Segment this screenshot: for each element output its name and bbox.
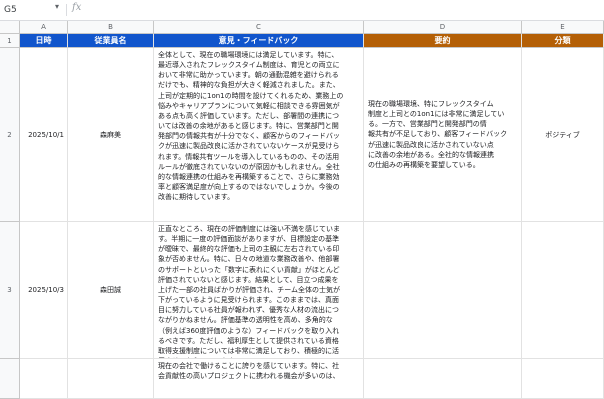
row-header-3[interactable]: 3 [0, 222, 20, 359]
header-feedback[interactable]: 意見・フィードバック [154, 34, 364, 48]
summary-text [364, 288, 372, 292]
category-value: ポジティブ [545, 130, 580, 139]
column-header-c[interactable]: C [154, 21, 364, 34]
header-employee[interactable]: 従業員名 [68, 34, 154, 48]
employee-value: 森麻美 [100, 130, 121, 139]
table-row-employee[interactable]: 森麻美 [68, 48, 154, 222]
formula-bar-divider [66, 4, 67, 16]
employee-value: 森田誠 [100, 286, 121, 294]
date-value: 2025/10/3 [28, 286, 64, 294]
table-row-date[interactable]: 2025/10/1 [20, 48, 68, 222]
table-row-employee[interactable]: 森田誠 [68, 222, 154, 359]
date-value: 2025/10/1 [28, 130, 64, 139]
row-header-1[interactable]: 1 [0, 34, 20, 48]
table-row-feedback[interactable]: 現在の会社で働けることに誇りを感じています。特に、社 会貢献性の高いプロジェクト… [154, 359, 364, 399]
row-header-4[interactable] [0, 359, 20, 399]
header-category[interactable]: 分類 [522, 34, 604, 48]
header-summary[interactable]: 要約 [364, 34, 522, 48]
formula-input[interactable] [90, 3, 590, 17]
formula-bar: G5 ▾ fx [0, 0, 604, 21]
feedback-text: 現在の会社で働けることに誇りを感じています。特に、社 会貢献性の高いプロジェクト… [158, 362, 340, 381]
name-box[interactable]: G5 [4, 3, 54, 17]
table-row-feedback[interactable]: 正直なところ、現在の評価制度には強い不満を感じていま す。半期に一度の評価面談が… [154, 222, 364, 359]
table-row-date[interactable]: 2025/10/3 [20, 222, 68, 359]
feedback-text: 全体として、現在の職場環境には満足しています。特に、 最近導入されたフレックスタ… [158, 51, 344, 202]
column-header-a[interactable]: A [20, 21, 68, 34]
table-row-summary[interactable]: 現在の職場環境、特にフレックスタイム 制度と上司との1on1には非常に満足してい… [364, 48, 522, 222]
table-row-date[interactable] [20, 359, 68, 399]
summary-text: 現在の職場環境、特にフレックスタイム 制度と上司との1on1には非常に満足してい… [368, 99, 508, 169]
row-header-2[interactable]: 2 [0, 48, 20, 222]
column-header-d[interactable]: D [364, 21, 522, 34]
chevron-down-icon[interactable]: ▾ [55, 2, 59, 11]
table-row-category[interactable] [522, 359, 604, 399]
feedback-text: 正直なところ、現在の評価制度には強い不満を感じていま す。半期に一度の評価面談が… [158, 225, 340, 358]
column-header-e[interactable]: E [522, 21, 604, 34]
table-row-summary[interactable] [364, 359, 522, 399]
table-row-summary[interactable] [364, 222, 522, 359]
select-all-corner[interactable] [0, 21, 20, 34]
column-header-b[interactable]: B [68, 21, 154, 34]
fx-icon: fx [72, 2, 82, 13]
table-row-feedback[interactable]: 全体として、現在の職場環境には満足しています。特に、 最近導入されたフレックスタ… [154, 48, 364, 222]
header-date[interactable]: 日時 [20, 34, 68, 48]
table-row-category[interactable]: ポジティブ [522, 48, 604, 222]
table-row-employee[interactable] [68, 359, 154, 399]
table-row-category[interactable] [522, 222, 604, 359]
